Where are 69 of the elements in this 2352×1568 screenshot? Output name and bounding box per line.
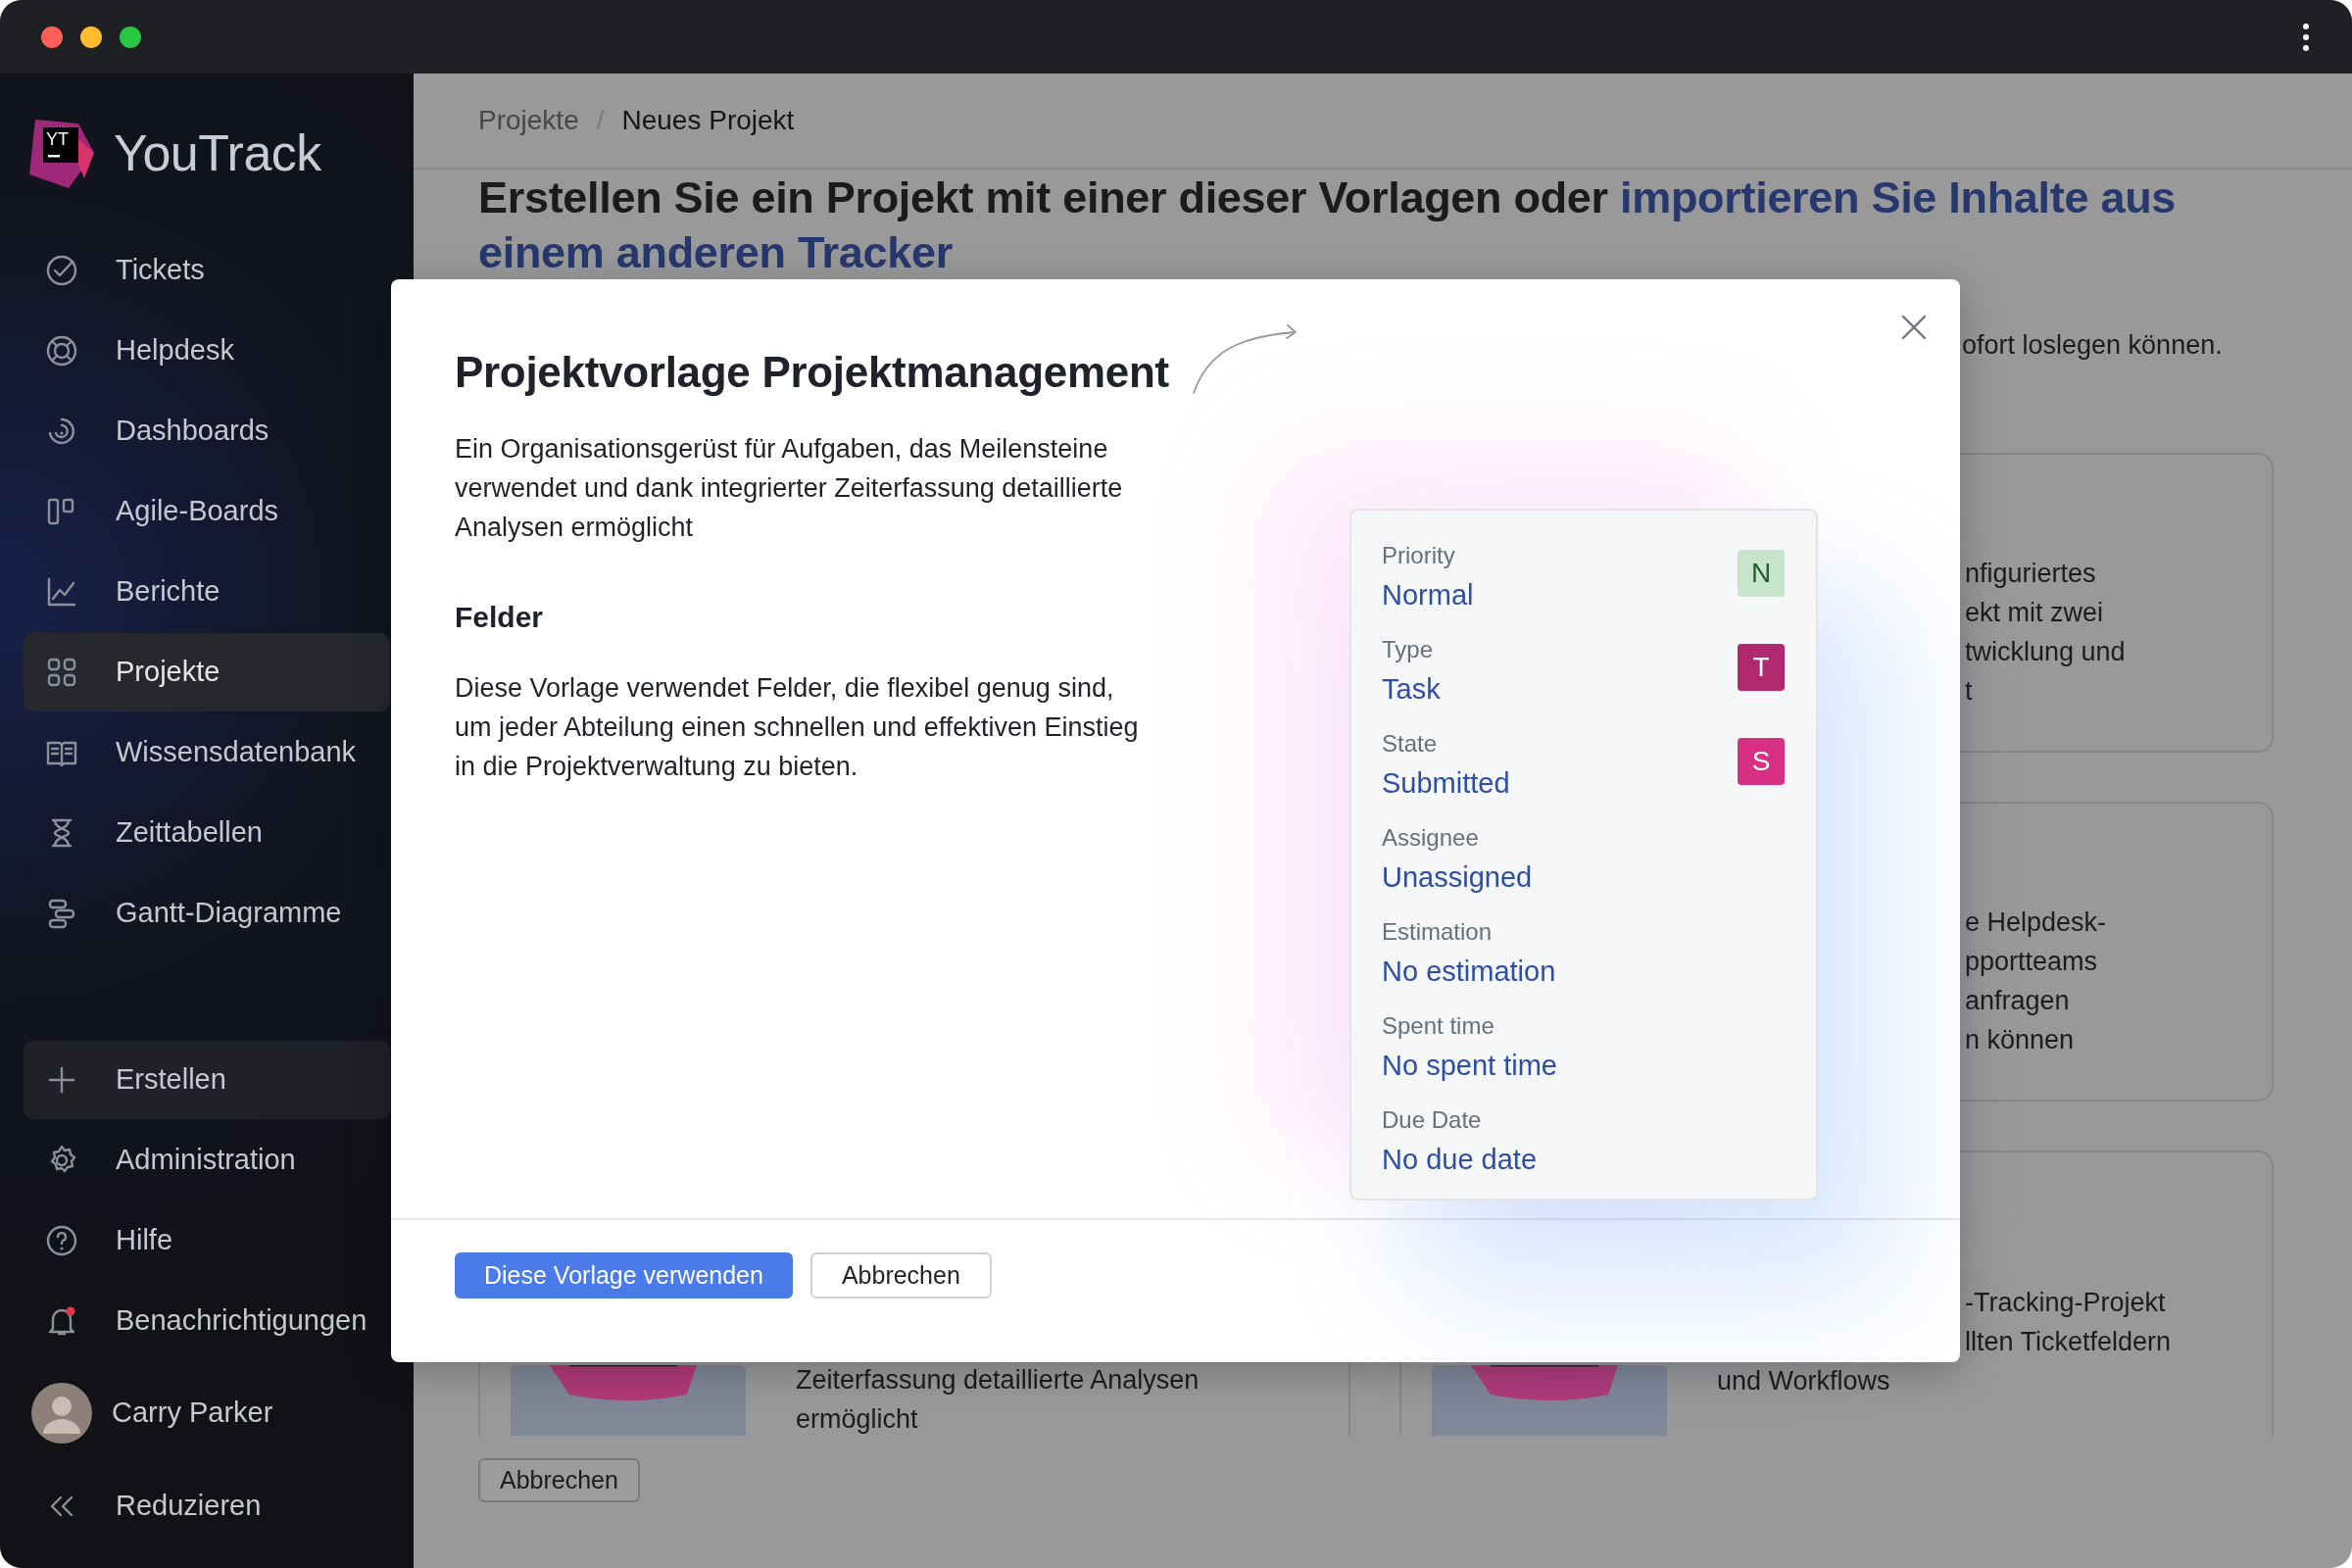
- card-description: nfiguriertes: [1965, 558, 2096, 590]
- minimize-window-icon[interactable]: [80, 25, 102, 48]
- field-value[interactable]: Submitted: [1382, 763, 1510, 803]
- card-description: -Tracking-Projekt: [1965, 1287, 2166, 1319]
- field-value[interactable]: Task: [1382, 669, 1441, 709]
- breadcrumb-separator: /: [596, 104, 605, 137]
- card-description: twicklung und: [1965, 636, 2126, 668]
- field-value[interactable]: No estimation: [1382, 952, 1556, 991]
- field-label: Due Date: [1382, 1105, 1482, 1135]
- avatar-icon[interactable]: [31, 1383, 92, 1444]
- cancel-button[interactable]: Abbrechen: [478, 1458, 640, 1502]
- field-label: Assignee: [1382, 823, 1479, 853]
- field-label: Type: [1382, 635, 1434, 664]
- field-value[interactable]: Normal: [1382, 575, 1474, 614]
- logo-mark: YT: [46, 128, 69, 149]
- nav-item[interactable]: Hilfe: [24, 1201, 390, 1280]
- field-badge: T: [1738, 644, 1785, 691]
- card-description: pportteams: [1965, 946, 2098, 978]
- card-description: anfragen: [1965, 985, 2070, 1017]
- create-button[interactable]: Erstellen: [24, 1041, 390, 1119]
- page-subtitle: ofort loslegen können.: [1962, 329, 2224, 362]
- more-options-icon[interactable]: [2301, 21, 2311, 53]
- page-heading: Erstellen Sie ein Projekt mit einer dieser Vorlagen oder: [478, 172, 1608, 222]
- section-heading: Felder: [455, 600, 545, 635]
- card-description: e Helpdesk-: [1965, 906, 2107, 939]
- field-badge: S: [1738, 738, 1785, 785]
- help-icon: [44, 1223, 79, 1258]
- nav-item[interactable]: Administration: [24, 1121, 390, 1200]
- nav-item[interactable]: Agile-Boards: [24, 472, 390, 551]
- section-description: Diese Vorlage verwendet Felder, die flexibel genug sind, um jeder Abteilung einen schnellen und effektiven Einstieg in die Projektverwaltung zu bieten.: [455, 672, 1140, 783]
- field-label: State: [1382, 729, 1438, 759]
- nav-item[interactable]: Projekte: [24, 633, 390, 711]
- import-link[interactable]: einem anderen Tracker: [478, 227, 953, 277]
- close-icon[interactable]: [1899, 313, 1929, 342]
- import-link[interactable]: importieren Sie Inhalte aus: [1620, 172, 2177, 222]
- nav-item[interactable]: Berichte: [24, 553, 390, 631]
- card-description: ermöglicht: [796, 1403, 918, 1436]
- field-label: Spent time: [1382, 1011, 1494, 1041]
- nav-item[interactable]: Tickets: [24, 231, 390, 310]
- check-circle-icon: [44, 253, 79, 288]
- nav-item[interactable]: Zeittabellen: [24, 794, 390, 872]
- collapse-button[interactable]: Reduzieren: [24, 1464, 390, 1548]
- nav-item[interactable]: Helpdesk: [24, 312, 390, 390]
- dialog-title: Projektvorlage Projektmanagement: [455, 347, 1170, 398]
- card-description: n können: [1965, 1024, 2075, 1056]
- field-value[interactable]: Unassigned: [1382, 858, 1533, 897]
- zoom-window-icon[interactable]: [120, 25, 141, 48]
- close-window-icon[interactable]: [41, 25, 63, 48]
- breadcrumb-current: Neues Projekt: [621, 104, 795, 137]
- card-description: Zeiterfassung detaillierte Analysen: [796, 1364, 1200, 1396]
- user-name[interactable]: Carry Parker: [112, 1392, 273, 1435]
- card-description: llten Ticketfeldern: [1965, 1326, 2172, 1358]
- app-name: YouTrack: [114, 122, 321, 183]
- card-description: ekt mit zwei: [1965, 597, 2104, 629]
- cancel-button[interactable]: Abbrechen: [809, 1252, 992, 1298]
- field-label: Priority: [1382, 541, 1455, 570]
- field-value[interactable]: No spent time: [1382, 1046, 1557, 1085]
- card-description: und Workflows: [1717, 1365, 1890, 1397]
- use-template-button[interactable]: Diese Vorlage verwenden: [455, 1252, 793, 1298]
- nav-item[interactable]: Gantt-Diagramme: [24, 874, 390, 953]
- field-label: Estimation: [1382, 917, 1493, 947]
- field-badge: N: [1738, 550, 1785, 597]
- nav-item[interactable]: Wissensdatenbank: [24, 713, 390, 792]
- lifebuoy-icon: [44, 333, 79, 368]
- nav-item[interactable]: Benachrichtigungen: [24, 1282, 390, 1360]
- field-value[interactable]: No due date: [1382, 1140, 1537, 1179]
- dialog-description: Ein Organisationsgerüst für Aufgaben, das Meilensteine verwendet und dank integrierter Zeiterfassung detaillierte Analysen ermöglicht: [455, 433, 1124, 544]
- card-description: t: [1965, 675, 1973, 708]
- nav-item[interactable]: Dashboards: [24, 392, 390, 470]
